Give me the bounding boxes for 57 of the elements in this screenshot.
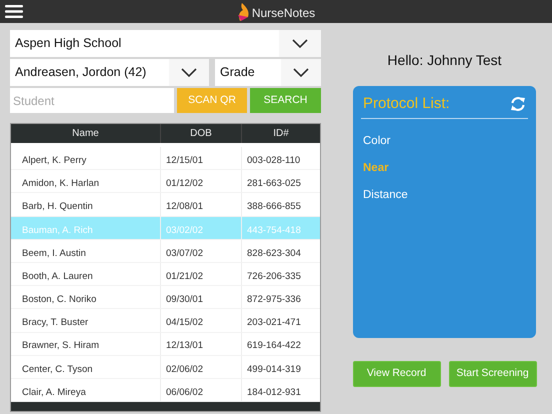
table-cell: 03/07/02 [161,240,242,262]
panel-title: Protocol List: [363,94,450,114]
grade-dropdown[interactable]: Grade [215,59,321,86]
table-cell: Barb, H. Quentin [11,193,161,216]
column-header[interactable]: Name [11,124,161,143]
table-cell: Brawner, S. Hiram [11,332,161,355]
student-row[interactable]: Booth, A. Lauren 01/21/02 726-206-335 [11,262,320,286]
table-cell-text: 828-623-304 [246,246,302,261]
table-cell: Beem, I. Austin [11,240,161,262]
table-cell-text: 726-206-335 [246,270,302,284]
table-cell-text: 388-666-855 [246,200,302,214]
table-cell: 03/02/02 [161,216,242,239]
student-row[interactable]: Boston, C. Noriko 09/30/01 872-975-336 [11,286,320,310]
app-logo-text: NurseNotes [252,4,316,22]
column-header[interactable]: DOB [161,124,242,143]
chevron-down-icon [293,68,309,78]
table-cell: 12/08/01 [161,193,242,216]
student-row[interactable]: Beem, I. Austin 03/07/02 828-623-304 [11,240,320,263]
table-cell: 12/13/01 [161,332,242,355]
table-cell-text: 203-021-471 [246,316,302,330]
table-cell: Bracy, T. Buster [11,309,161,332]
table-cell: 02/06/02 [161,356,242,378]
table-cell-text: 184-012-931 [246,386,302,400]
table-cell: 01/12/02 [161,170,242,192]
table-cell: 06/06/02 [161,378,242,402]
school-dropdown[interactable]: Aspen High School [10,30,321,57]
greeting-text: Hello: Johnny Test [387,51,502,70]
table-cell: Clair, A. Mireya [11,378,161,402]
flame-logo-icon [236,2,251,22]
student-row[interactable]: Alpert, K. Perry 12/15/01 003-028-110 [11,147,320,170]
student-dropdown[interactable]: Andreasen, Jordon (42) [10,59,209,86]
student-row[interactable]: Bracy, T. Buster 04/15/02 203-021-471 [11,309,320,332]
student-row[interactable]: Center, C. Tyson 02/06/02 499-014-319 [11,356,320,379]
table-cell-text: 619-164-422 [246,339,302,354]
table-cell: 04/15/02 [161,309,242,332]
chevron-down-icon [292,38,308,48]
table-cell: 12/15/01 [161,147,242,170]
table-cell-text: 281-663-025 [246,177,302,192]
table-cell-text: 443-754-418 [246,224,302,238]
student-row[interactable]: Brawner, S. Hiram 12/13/01 619-164-422 [11,332,320,356]
table-cell: 09/30/01 [161,286,242,308]
table-cell-text: 003-028-110 [246,154,302,168]
table-cell: 01/21/02 [161,262,242,286]
table-cell: Booth, A. Lauren [11,262,161,286]
column-header[interactable]: ID# [242,124,320,143]
student-row[interactable]: Amidon, K. Harlan 01/12/02 281-663-025 [11,170,320,194]
table-cell: Bauman, A. Rich [11,216,161,239]
table-cell-text: 872-975-336 [246,293,302,308]
table-cell: Center, C. Tyson [11,356,161,378]
table-cell-text: 499-014-319 [246,362,302,377]
table-cell: Boston, C. Noriko [11,286,161,308]
table-cell: Amidon, K. Harlan [11,170,161,192]
menu-icon[interactable] [5,5,23,18]
chevron-down-icon [181,68,197,78]
student-search-field[interactable]: Student [10,88,174,113]
refresh-icon[interactable] [510,96,526,112]
table-cell: Alpert, K. Perry [11,147,161,170]
